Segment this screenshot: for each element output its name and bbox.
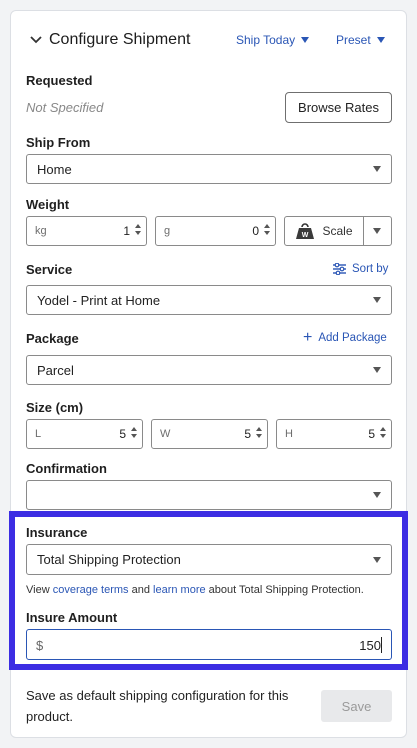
length-unit: L — [35, 428, 42, 440]
kg-unit: kg — [35, 225, 47, 237]
weight-kg-input[interactable]: kg 1 — [26, 216, 147, 246]
preset-label: Preset — [336, 33, 371, 47]
sliders-icon — [333, 263, 346, 275]
weight-label: Weight — [26, 197, 70, 212]
scale-dropdown-toggle[interactable] — [364, 217, 391, 245]
save-button[interactable]: Save — [321, 690, 392, 722]
caret-down-icon — [373, 228, 381, 234]
ship-from-label: Ship From — [26, 135, 91, 150]
add-package-label: Add Package — [318, 332, 387, 344]
size-label: Size (cm) — [26, 400, 84, 415]
scale-button-group: W Scale — [284, 216, 392, 246]
scale-badge: W — [302, 232, 309, 239]
caret-down-icon — [301, 37, 310, 43]
package-label: Package — [26, 331, 79, 346]
save-default-text: Save as default shipping configuration f… — [26, 688, 289, 724]
ship-from-value: Home — [37, 161, 72, 177]
chevron-down-icon[interactable] — [28, 32, 44, 48]
sort-by-label: Sort by — [352, 263, 389, 275]
add-package-button[interactable]: + Add Package — [303, 329, 387, 346]
package-value: Parcel — [37, 362, 74, 378]
stepper-icon[interactable] — [255, 427, 263, 439]
scale-label: Scale — [322, 224, 353, 238]
requested-label: Requested — [26, 73, 93, 88]
size-length-input[interactable]: L 5 — [26, 419, 143, 449]
stepper-icon[interactable] — [134, 224, 142, 236]
height-value: 5 — [368, 427, 375, 441]
stepper-icon[interactable] — [379, 427, 387, 439]
preset-dropdown[interactable]: Preset — [336, 33, 385, 47]
sort-by-button[interactable]: Sort by — [333, 263, 388, 275]
ship-from-select[interactable]: Home — [26, 154, 392, 184]
confirmation-select[interactable] — [26, 480, 392, 510]
service-label: Service — [26, 262, 73, 277]
height-unit: H — [285, 428, 293, 440]
width-unit: W — [160, 428, 171, 440]
service-select[interactable]: Yodel - Print at Home — [26, 285, 392, 315]
plus-icon: + — [303, 329, 313, 346]
size-height-input[interactable]: H 5 — [276, 419, 392, 449]
package-select[interactable]: Parcel — [26, 355, 392, 385]
stepper-icon[interactable] — [130, 427, 138, 439]
caret-down-icon — [376, 37, 385, 43]
confirmation-label: Confirmation — [26, 461, 107, 476]
page-title: Configure Shipment — [49, 31, 191, 48]
ship-today-label: Ship Today — [236, 33, 296, 47]
g-unit: g — [164, 225, 171, 237]
g-value: 0 — [252, 224, 259, 238]
length-value: 5 — [119, 427, 126, 441]
service-value: Yodel - Print at Home — [37, 292, 161, 308]
size-width-input[interactable]: W 5 — [151, 419, 268, 449]
caret-down-icon — [373, 297, 381, 303]
weight-g-input[interactable]: g 0 — [155, 216, 276, 246]
caret-down-icon — [373, 367, 381, 373]
scale-button[interactable]: W Scale — [285, 217, 363, 245]
stepper-icon[interactable] — [263, 224, 271, 236]
caret-down-icon — [373, 492, 381, 498]
browse-rates-button[interactable]: Browse Rates — [285, 92, 392, 123]
ship-today-dropdown[interactable]: Ship Today — [236, 33, 310, 47]
highlight-frame — [9, 511, 408, 670]
width-value: 5 — [244, 427, 251, 441]
kg-value: 1 — [123, 224, 130, 238]
requested-value: Not Specified — [26, 100, 104, 115]
caret-down-icon — [373, 166, 381, 172]
scale-weight-icon: W — [296, 223, 315, 239]
